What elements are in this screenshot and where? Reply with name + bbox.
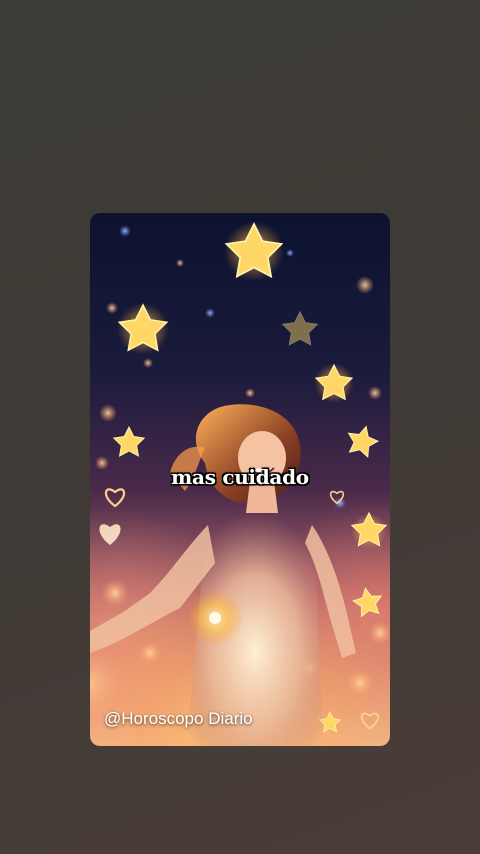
- video-caption: mas cuidado: [171, 465, 309, 489]
- video-frame[interactable]: mas cuidado @Horoscopo Diario: [90, 213, 390, 746]
- channel-watermark: @Horoscopo Diario: [104, 709, 253, 728]
